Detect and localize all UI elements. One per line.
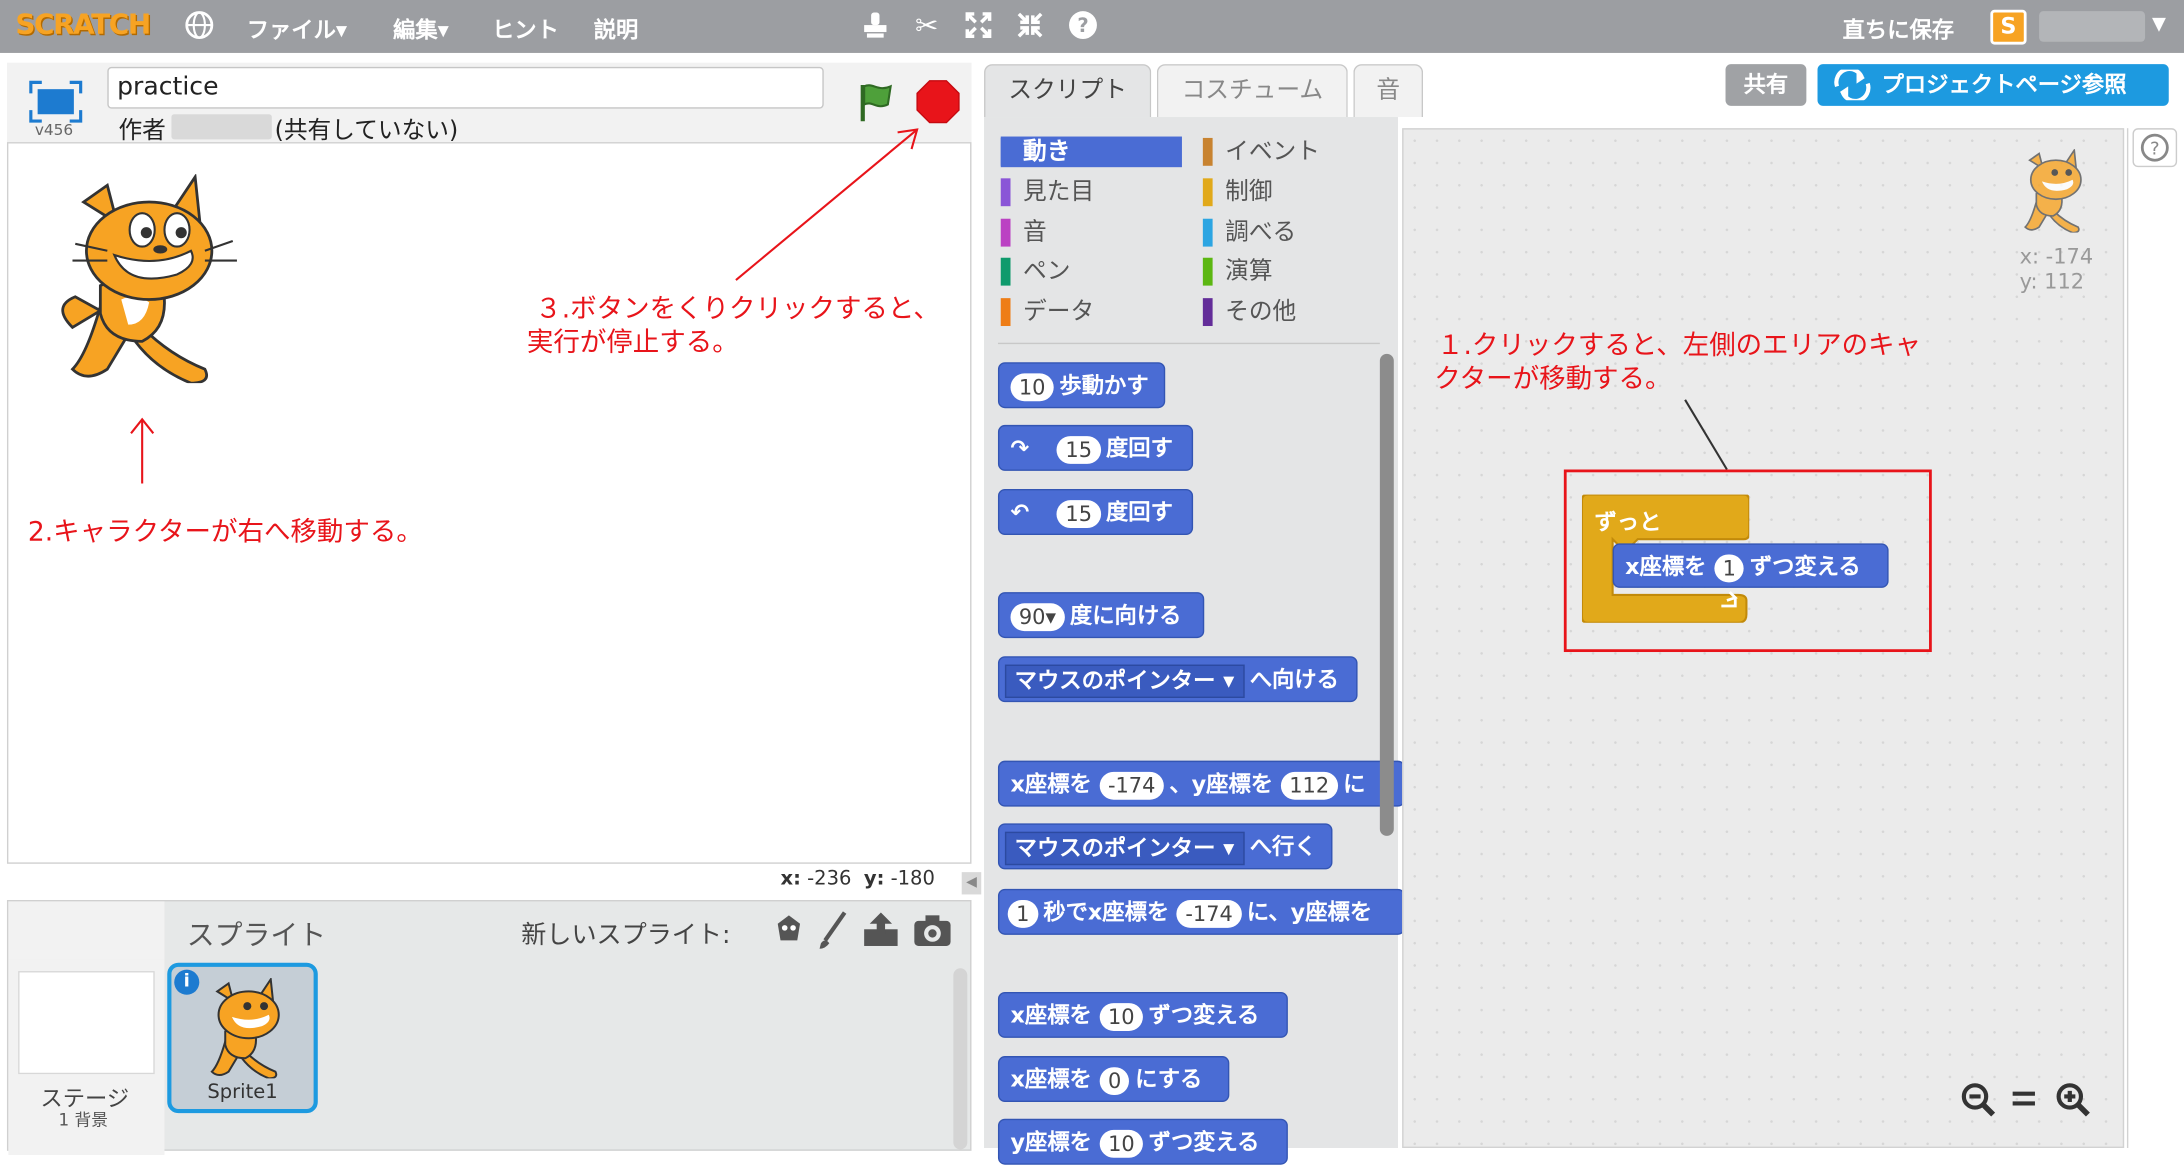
cut-scissors-icon[interactable]: ✂ xyxy=(912,10,943,41)
block-glide[interactable]: 1 秒でx座標を -174 に、y座標を xyxy=(997,888,1405,935)
menu-edit[interactable]: 編集▾ xyxy=(393,11,449,44)
account-chevron-down-icon[interactable]: ▼ xyxy=(2152,14,2166,35)
sprites-title: スプライト xyxy=(186,918,327,952)
tab-scripts[interactable]: スクリプト xyxy=(984,64,1152,118)
zoom-controls xyxy=(1958,1077,2097,1122)
share-status: (共有していない) xyxy=(274,117,459,145)
green-flag-icon[interactable] xyxy=(854,79,899,124)
presentation-mode-icon[interactable] xyxy=(28,80,83,123)
zoom-in-icon[interactable] xyxy=(2053,1080,2092,1119)
block-palette: 動き 見た目 音 ペン データ イベント 制御 調べる 演算 その他 10 歩動か… xyxy=(984,117,1405,1165)
user-avatar-icon[interactable]: S xyxy=(1990,9,2027,45)
upload-sprite-icon[interactable] xyxy=(861,910,900,949)
stop-sign-icon[interactable] xyxy=(914,78,961,125)
block-change-x[interactable]: x座標を 10 ずつ変える xyxy=(997,991,1288,1038)
annotation-1-line1: １.クリックすると、左側のエリアのキャ xyxy=(1437,330,1922,361)
block-point-in-direction[interactable]: 90▾ 度に向ける xyxy=(997,592,1205,639)
author-label: 作者 xyxy=(118,117,166,145)
save-now-button[interactable]: 直ちに保存 xyxy=(1843,11,1955,44)
category-control[interactable]: 制御 xyxy=(1202,177,1273,208)
block-go-to-xy[interactable]: x座標を -174 、y座標を 112 に xyxy=(997,760,1405,807)
new-sprite-label: 新しいスプライト: xyxy=(521,920,731,951)
version-label: v456 xyxy=(34,121,74,140)
share-button[interactable]: 共有 xyxy=(1725,64,1807,106)
script-area[interactable]: x: -174 y: 112 １.クリックすると、左側のエリアのキャ クターが移… xyxy=(1402,128,2125,1148)
shrink-icon[interactable] xyxy=(1015,10,1046,41)
category-sound[interactable]: 音 xyxy=(1000,217,1047,248)
block-point-towards[interactable]: マウスのポインター ▾ へ向ける xyxy=(997,656,1358,703)
annotation-2: 2.キャラクターが右へ移動する。 xyxy=(27,516,423,548)
username-redacted[interactable] xyxy=(2039,11,2146,42)
help-button[interactable]: ? xyxy=(2132,128,2178,168)
block-change-y[interactable]: y座標を 10 ずつ変える xyxy=(997,1118,1288,1165)
cat-sprite-on-stage[interactable] xyxy=(45,172,240,385)
see-project-page-label: プロジェクトページ参照 xyxy=(1881,71,2127,98)
stage-thumbnail[interactable] xyxy=(18,971,155,1075)
palette-scrollbar[interactable] xyxy=(1379,353,1394,836)
annotation-1-pointer-line xyxy=(1682,397,1738,475)
block-set-x[interactable]: x座標を 0 にする xyxy=(997,1056,1230,1103)
stage-canvas[interactable]: 2.キャラクターが右へ移動する。 ３.ボタンをくりクリックすると、 実行が停止す… xyxy=(6,128,972,864)
sprite-y-readout: y: 112 xyxy=(2019,268,2085,294)
menu-tips[interactable]: ヒント xyxy=(492,11,559,44)
project-title-input[interactable]: practice xyxy=(107,66,824,109)
sprite-panel: スプライト 新しいスプライト: ステージ 1 背景 i Sprite1 xyxy=(6,900,972,1155)
svg-text:?: ? xyxy=(1077,14,1088,37)
globe-icon[interactable] xyxy=(184,10,215,41)
sprite-list-scrollbar[interactable] xyxy=(953,968,968,1150)
stage-backdrops-count: 1 背景 xyxy=(58,1110,108,1130)
annotation-1-line2: クターが移動する。 xyxy=(1434,363,1672,395)
stage-thumb-header xyxy=(8,901,165,960)
right-edge-divider xyxy=(2126,128,2129,1148)
category-sensing[interactable]: 調べる xyxy=(1202,217,1296,248)
collapse-stage-arrow-icon[interactable]: ◀ xyxy=(961,872,982,895)
sprite1-label: Sprite1 xyxy=(207,1081,278,1104)
mouse-coordinates: x: -236 y: -180 xyxy=(780,867,935,891)
category-events[interactable]: イベント xyxy=(1202,137,1320,168)
zoom-reset-icon[interactable] xyxy=(2008,1080,2039,1119)
tab-costumes[interactable]: コスチューム xyxy=(1156,64,1348,118)
category-motion[interactable]: 動き xyxy=(1000,137,1182,168)
category-data[interactable]: データ xyxy=(1000,297,1094,328)
block-move-steps[interactable]: 10 歩動かす xyxy=(997,362,1166,409)
category-operators[interactable]: 演算 xyxy=(1202,256,1273,287)
choose-sprite-from-library-icon[interactable] xyxy=(772,913,805,949)
category-more-blocks[interactable]: その他 xyxy=(1202,297,1296,328)
block-turn-right[interactable]: ↷ 15 度回す xyxy=(997,424,1194,471)
svg-text:?: ? xyxy=(2150,139,2160,160)
category-looks[interactable]: 見た目 xyxy=(1000,177,1094,208)
duplicate-stamp-icon[interactable] xyxy=(860,10,891,41)
scratch-logo[interactable]: SCRATCH xyxy=(15,7,151,40)
block-go-to[interactable]: マウスのポインター ▾ へ行く xyxy=(997,823,1333,870)
annotation-3-line2: 実行が停止する。 xyxy=(526,327,739,359)
sprite1-thumbnail[interactable]: i Sprite1 xyxy=(167,962,318,1114)
arrow-up-annotation xyxy=(128,417,156,487)
forever-label: ずっと xyxy=(1594,508,1662,535)
menu-about[interactable]: 説明 xyxy=(594,11,639,44)
author-name-redacted xyxy=(171,114,272,140)
paint-brush-icon[interactable] xyxy=(817,910,850,952)
see-project-page-button[interactable]: プロジェクトページ参照 xyxy=(1817,64,2169,106)
sprite-x-readout: x: -174 xyxy=(2019,243,2094,269)
help-question-icon[interactable]: ? xyxy=(1068,10,1099,41)
camera-icon[interactable] xyxy=(912,913,954,949)
palette-divider xyxy=(997,342,1380,345)
arrow-to-stop-annotation xyxy=(730,124,925,286)
grow-icon[interactable] xyxy=(963,10,994,41)
zoom-out-icon[interactable] xyxy=(1958,1080,1997,1119)
category-pen[interactable]: ペン xyxy=(1000,256,1070,287)
block-change-x-in-script[interactable]: x座標を 1 ずつ変える xyxy=(1612,543,1889,588)
top-menu-bar: SCRATCH ファイル▾ 編集▾ ヒント 説明 ✂ ? 直ちに保存 S ▼ xyxy=(0,0,2184,53)
menu-file[interactable]: ファイル▾ xyxy=(247,11,347,44)
block-turn-left[interactable]: ↶ 15 度回す xyxy=(997,489,1194,535)
tab-sounds[interactable]: 音 xyxy=(1353,64,1424,118)
annotation-3-line1: ３.ボタンをくりクリックすると、 xyxy=(535,293,940,325)
current-sprite-thumb xyxy=(2014,147,2092,234)
